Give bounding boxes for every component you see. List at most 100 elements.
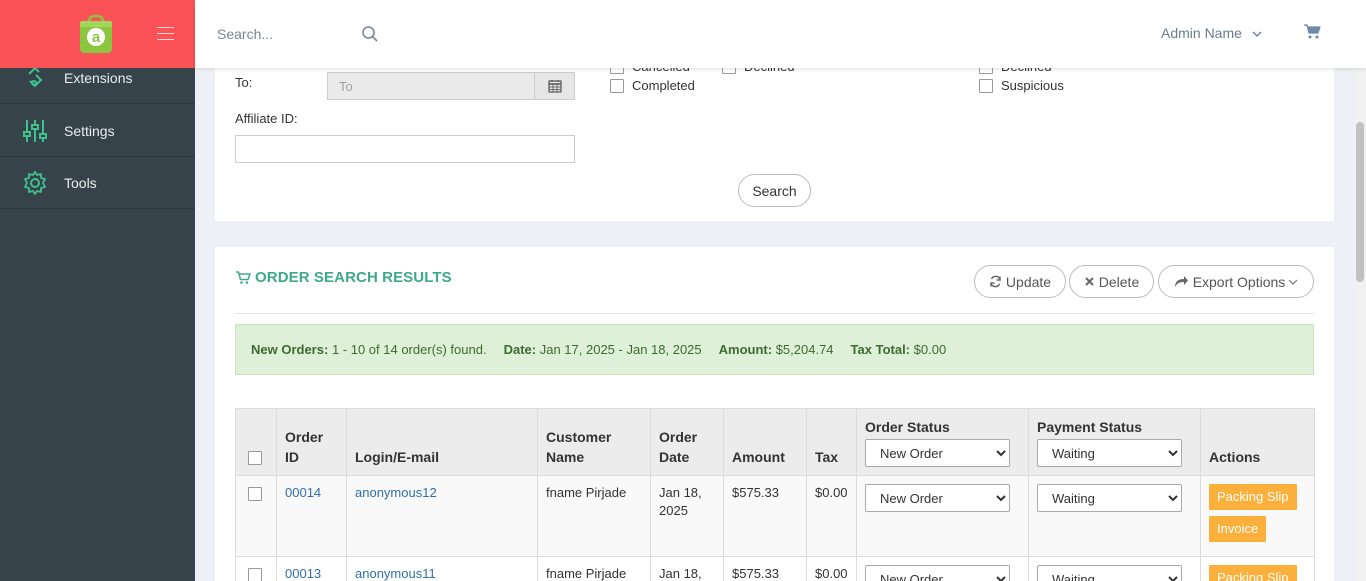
to-label: To: bbox=[235, 75, 253, 90]
sidebar-item-settings[interactable]: Settings bbox=[0, 105, 195, 157]
login-cell: anonymous11 bbox=[346, 556, 538, 581]
table-row: 00013 anonymous11 fname Pirjade Jan 18, … bbox=[235, 556, 1315, 581]
page-scrollbar[interactable] bbox=[1354, 68, 1366, 581]
results-summary: New Orders: 1 - 10 of 14 order(s) found.… bbox=[235, 324, 1314, 375]
select-all-cell bbox=[235, 408, 277, 476]
refresh-icon bbox=[990, 275, 1001, 288]
packing-slip-button[interactable]: Packing Slip bbox=[1209, 484, 1297, 510]
calendar-button[interactable] bbox=[534, 72, 575, 100]
amount-cell: $575.33 bbox=[723, 556, 807, 581]
export-options-button[interactable]: Export Options bbox=[1158, 265, 1314, 298]
checkbox-completed[interactable]: Completed bbox=[610, 78, 695, 93]
table-header-row: Order ID Login/E-mail Customer Name Orde… bbox=[235, 408, 1315, 476]
row-checkbox[interactable] bbox=[248, 568, 262, 581]
order-status-select[interactable]: New Order bbox=[865, 565, 1010, 581]
column-amount[interactable]: Amount bbox=[723, 408, 807, 476]
sidebar-item-label: Tools bbox=[64, 174, 97, 191]
column-payment-status: Payment Status Waiting bbox=[1028, 408, 1201, 476]
checkbox-label: Completed bbox=[632, 78, 695, 93]
sidebar-item-label: Extensions bbox=[64, 69, 133, 86]
summary-tax-total: Tax Total: $0.00 bbox=[850, 342, 947, 357]
payment-status-select[interactable]: Waiting bbox=[1037, 484, 1182, 512]
payment-status-cell: Waiting bbox=[1028, 475, 1201, 557]
row-checkbox[interactable] bbox=[248, 487, 262, 501]
order-status-select[interactable]: New Order bbox=[865, 484, 1010, 512]
column-customer-name[interactable]: Customer Name bbox=[537, 408, 651, 476]
table-row: 00014 anonymous12 fname Pirjade Jan 18, … bbox=[235, 475, 1315, 557]
results-title: ORDER SEARCH RESULTS bbox=[255, 269, 452, 286]
column-order-id[interactable]: Order ID bbox=[276, 408, 347, 476]
cart-icon bbox=[236, 271, 251, 284]
search-button[interactable]: Search bbox=[738, 174, 811, 207]
affiliate-id-input[interactable] bbox=[235, 135, 575, 163]
delete-label: Delete bbox=[1098, 273, 1140, 290]
sidebar-item-tools[interactable]: Tools bbox=[0, 157, 195, 209]
order-status-heading: Order Status bbox=[865, 419, 950, 435]
column-tax[interactable]: Tax bbox=[806, 408, 857, 476]
order-date-cell: Jan 18, 2025 bbox=[650, 475, 724, 557]
summary-date: Date: Jan 17, 2025 - Jan 18, 2025 bbox=[503, 342, 702, 357]
login-link[interactable]: anonymous11 bbox=[355, 566, 436, 581]
order-status-cell: New Order bbox=[856, 556, 1029, 581]
scrollbar-thumb[interactable] bbox=[1356, 122, 1364, 282]
shopping-bag-logo-icon[interactable]: a bbox=[78, 12, 114, 54]
order-id-cell: 00013 bbox=[276, 556, 347, 581]
payment-status-select[interactable]: Waiting bbox=[1037, 565, 1182, 581]
packing-slip-button[interactable]: Packing Slip bbox=[1209, 565, 1297, 581]
hamburger-menu-icon[interactable] bbox=[157, 27, 174, 40]
checkbox-label: Suspicious bbox=[1001, 78, 1064, 93]
order-status-bulk-select[interactable]: New Order bbox=[865, 439, 1010, 467]
payment-status-bulk-select[interactable]: Waiting bbox=[1037, 439, 1182, 467]
share-arrow-icon bbox=[1174, 276, 1188, 287]
select-all-checkbox[interactable] bbox=[248, 451, 262, 465]
sidebar: a Extensions Settings Tools bbox=[0, 0, 195, 581]
login-link[interactable]: anonymous12 bbox=[355, 485, 437, 500]
to-date-input[interactable] bbox=[327, 72, 534, 100]
invoice-button[interactable]: Invoice bbox=[1209, 516, 1267, 542]
checkbox-suspicious[interactable]: Suspicious bbox=[979, 78, 1064, 93]
column-order-status: Order Status New Order bbox=[856, 408, 1029, 476]
search-input[interactable] bbox=[217, 22, 357, 46]
tax-cell: $0.00 bbox=[806, 556, 857, 581]
row-select-cell bbox=[235, 556, 277, 581]
cart-icon[interactable] bbox=[1303, 22, 1321, 40]
extensions-icon bbox=[28, 66, 43, 87]
payment-status-heading: Payment Status bbox=[1037, 419, 1143, 435]
order-id-cell: 00014 bbox=[276, 475, 347, 557]
checkbox[interactable] bbox=[979, 78, 993, 93]
top-bar: Admin Name bbox=[195, 0, 1366, 68]
order-id-link[interactable]: 00014 bbox=[285, 485, 321, 500]
brand-header: a bbox=[0, 0, 195, 68]
sidebar-item-label: Settings bbox=[64, 122, 115, 139]
chevron-down-icon bbox=[1288, 279, 1298, 285]
checkbox[interactable] bbox=[610, 78, 624, 93]
results-heading: ORDER SEARCH RESULTS bbox=[235, 269, 452, 286]
svg-text:a: a bbox=[92, 29, 101, 46]
customer-name-cell: fname Pirjade bbox=[537, 475, 651, 557]
column-order-date[interactable]: Order Date bbox=[650, 408, 724, 476]
chevron-down-icon[interactable] bbox=[1252, 30, 1262, 38]
update-label: Update bbox=[1005, 273, 1052, 290]
delete-button[interactable]: Delete bbox=[1069, 265, 1154, 298]
affiliate-id-label: Affiliate ID: bbox=[235, 111, 298, 126]
customer-name-cell: fname Pirjade bbox=[537, 556, 651, 581]
divider bbox=[235, 313, 1314, 314]
order-date-cell: Jan 18, bbox=[650, 556, 724, 581]
actions-cell: Packing Slip bbox=[1200, 556, 1315, 581]
amount-cell: $575.33 bbox=[723, 475, 807, 557]
calendar-icon bbox=[547, 80, 562, 93]
row-select-cell bbox=[235, 475, 277, 557]
update-button[interactable]: Update bbox=[974, 265, 1066, 298]
search-icon[interactable] bbox=[361, 25, 379, 43]
export-options-label: Export Options bbox=[1192, 273, 1286, 290]
orders-table: Order ID Login/E-mail Customer Name Orde… bbox=[235, 408, 1315, 581]
summary-amount: Amount: $5,204.74 bbox=[718, 342, 834, 357]
summary-new-orders: New Orders: 1 - 10 of 14 order(s) found. bbox=[251, 342, 487, 357]
order-id-link[interactable]: 00013 bbox=[285, 566, 321, 581]
admin-name-menu[interactable]: Admin Name bbox=[1161, 25, 1242, 41]
order-status-cell: New Order bbox=[856, 475, 1029, 557]
order-search-results: ORDER SEARCH RESULTS Update Delete Expor… bbox=[215, 247, 1334, 581]
column-login-email[interactable]: Login/E-mail bbox=[346, 408, 538, 476]
column-actions: Actions bbox=[1200, 408, 1315, 476]
actions-cell: Packing Slip Invoice bbox=[1200, 475, 1315, 557]
